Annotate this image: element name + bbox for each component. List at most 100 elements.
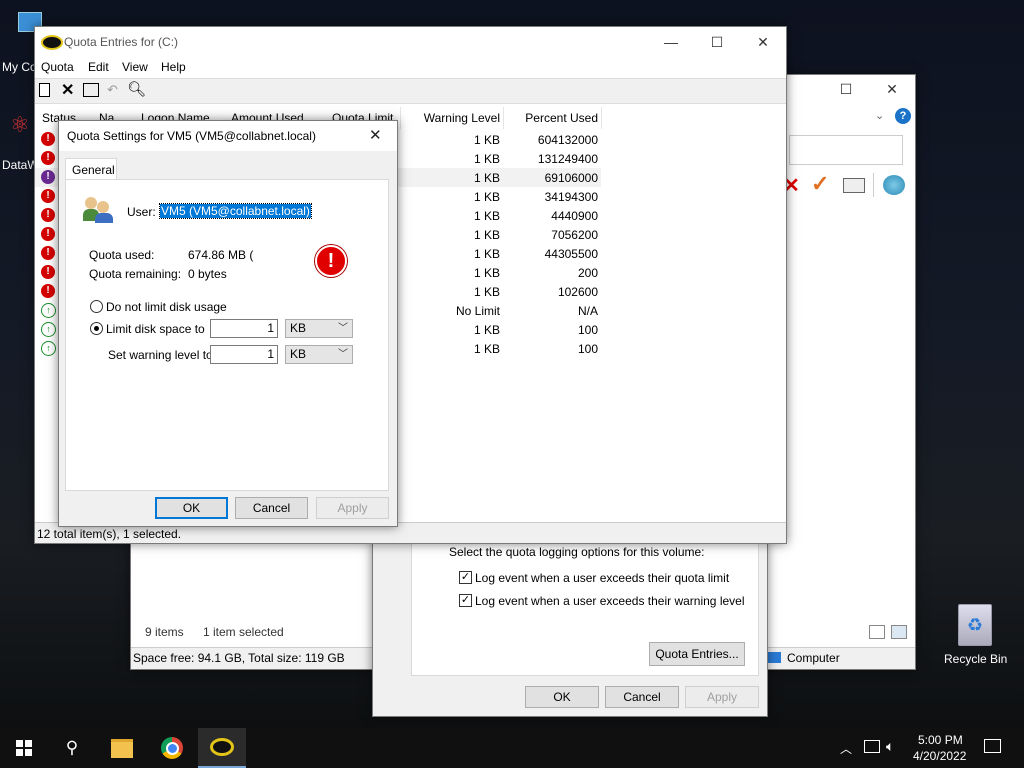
help-icon[interactable]: ? (895, 108, 911, 124)
chevron-down-icon: ﹀ (338, 323, 348, 334)
space-info: Space free: 94.1 GB, Total size: 119 GB (133, 651, 345, 665)
menu-edit[interactable]: Edit (88, 60, 109, 74)
close-button[interactable]: ✕ (869, 75, 915, 103)
taskbar-chrome[interactable] (148, 728, 196, 768)
error-icon: ! (41, 151, 55, 165)
tab-label: General (72, 163, 115, 177)
details-view-icon[interactable] (869, 625, 885, 639)
menu-bar: Quota Edit View Help (35, 57, 786, 77)
undo-icon[interactable]: ↶ (107, 82, 118, 98)
warning-level-cell: 1 KB (473, 190, 500, 204)
warning-level-cell: 1 KB (473, 133, 500, 147)
taskbar-file-explorer[interactable] (98, 728, 146, 768)
users-icon (83, 195, 115, 223)
checkmark-icon[interactable]: ✓ (811, 171, 829, 197)
percent-used-cell: 604132000 (537, 133, 598, 147)
status-items: 9 items (145, 625, 184, 639)
logging-label: Select the quota logging options for thi… (449, 545, 705, 559)
log-warning-checkbox[interactable]: ✓ (459, 594, 472, 607)
clock-date[interactable]: 4/20/2022 (913, 749, 966, 763)
column-separator (601, 107, 602, 129)
apply-button[interactable]: Apply (685, 686, 759, 708)
search-icon[interactable]: 🔍︎ (127, 80, 146, 98)
warn-unit-value: KB (290, 347, 307, 361)
percent-used-cell: 200 (577, 266, 598, 280)
cancel-button[interactable]: Cancel (605, 686, 679, 708)
quota-app-icon (210, 738, 234, 756)
warning-level-cell: 1 KB (473, 209, 500, 223)
percent-used-cell: 44305500 (544, 247, 598, 261)
search-button[interactable]: ⚲ (48, 728, 96, 768)
start-button[interactable] (0, 728, 48, 768)
new-entry-icon[interactable] (39, 83, 50, 97)
close-button[interactable]: ✕ (740, 27, 786, 57)
quota-used-label: Quota used: (89, 248, 155, 262)
log-quota-checkbox[interactable]: ✓ (459, 571, 472, 584)
maximize-button[interactable]: ☐ (694, 27, 740, 57)
title-bar[interactable]: Quota Entries for (C:) — ☐ ✕ (35, 27, 786, 57)
minimize-button[interactable]: — (648, 27, 694, 57)
percent-used-cell: 69106000 (544, 171, 598, 185)
menu-quota[interactable]: Quota (41, 60, 74, 74)
menu-view[interactable]: View (122, 60, 148, 74)
window-title: Quota Entries for (C:) (64, 35, 179, 49)
menu-help[interactable]: Help (161, 60, 186, 74)
warn-unit-select[interactable]: KB ﹀ (285, 345, 353, 364)
notification-icon[interactable] (984, 739, 1001, 753)
ok-button[interactable]: OK (155, 497, 228, 519)
warn-input[interactable]: 1 (210, 345, 278, 364)
clock-time[interactable]: 5:00 PM (918, 733, 963, 747)
warning-level-cell: No Limit (455, 304, 500, 318)
toolbar: ✕ ↶ 🔍︎ (35, 78, 786, 104)
shell-icon[interactable] (883, 175, 905, 195)
percent-used-cell: 131249400 (537, 152, 598, 166)
percent-used-cell: 102600 (557, 285, 598, 299)
delete-icon[interactable]: ✕ (61, 80, 74, 100)
taskbar-quota-app[interactable] (198, 728, 246, 768)
cancel-button[interactable]: Cancel (235, 497, 308, 519)
warn-label: Set warning level to (108, 348, 213, 362)
volume-properties-dialog: Select the quota logging options for thi… (372, 540, 768, 717)
error-icon: ! (41, 227, 55, 241)
network-icon[interactable] (864, 740, 880, 753)
limit-unit-select[interactable]: KB ﹀ (285, 319, 353, 338)
address-bar[interactable] (789, 135, 903, 165)
dialog-title-bar[interactable]: Quota Settings for VM5 (VM5@collabnet.lo… (59, 121, 397, 151)
error-icon: ! (41, 246, 55, 260)
close-icon[interactable]: ✕ (369, 126, 382, 144)
chevron-down-icon[interactable]: ⌄ (875, 109, 884, 122)
ok-button[interactable]: OK (525, 686, 599, 708)
no-limit-radio[interactable] (90, 300, 103, 313)
volume-icon[interactable]: 🔈︎ (886, 738, 894, 755)
apply-button[interactable]: Apply (316, 497, 389, 519)
quota-app-icon (41, 35, 63, 50)
tiles-view-icon[interactable] (891, 625, 907, 639)
tab-general[interactable]: General (65, 158, 117, 181)
desktop-icon-recycle-bin[interactable]: ♻ Recycle Bin (938, 600, 1014, 670)
error-icon: ! (41, 284, 55, 298)
warning-level-cell: 1 KB (473, 323, 500, 337)
limit-radio[interactable] (90, 322, 103, 335)
atom-icon: ⚛ (10, 112, 30, 137)
desktop-icon-label: Recycle Bin (944, 652, 1008, 666)
user-value[interactable]: VM5 (VM5@collabnet.local) (159, 203, 312, 219)
properties-icon[interactable] (843, 178, 865, 193)
error-icon: ! (41, 189, 55, 203)
properties-icon[interactable] (83, 83, 99, 97)
quota-entries-button[interactable]: Quota Entries... (649, 642, 745, 666)
error-icon: ! (41, 265, 55, 279)
chrome-icon (161, 737, 183, 759)
maximize-button[interactable]: ☐ (823, 75, 869, 103)
percent-used-cell: 4440900 (551, 209, 598, 223)
limit-input[interactable]: 1 (210, 319, 278, 338)
quota-remaining-value: 0 bytes (188, 267, 227, 281)
search-icon: ⚲ (65, 738, 79, 757)
desktop-icon-label: My Co (2, 60, 37, 74)
column-header-percent[interactable]: Percent Used (505, 111, 598, 125)
show-hidden-icons[interactable]: ︿ (840, 740, 852, 757)
warning-icon: ! (41, 170, 55, 184)
error-icon: ! (41, 132, 55, 146)
column-header-warning[interactable]: Warning Level (405, 111, 500, 125)
log-quota-label: Log event when a user exceeds their quot… (475, 571, 730, 585)
limit-label: Limit disk space to (106, 322, 205, 336)
